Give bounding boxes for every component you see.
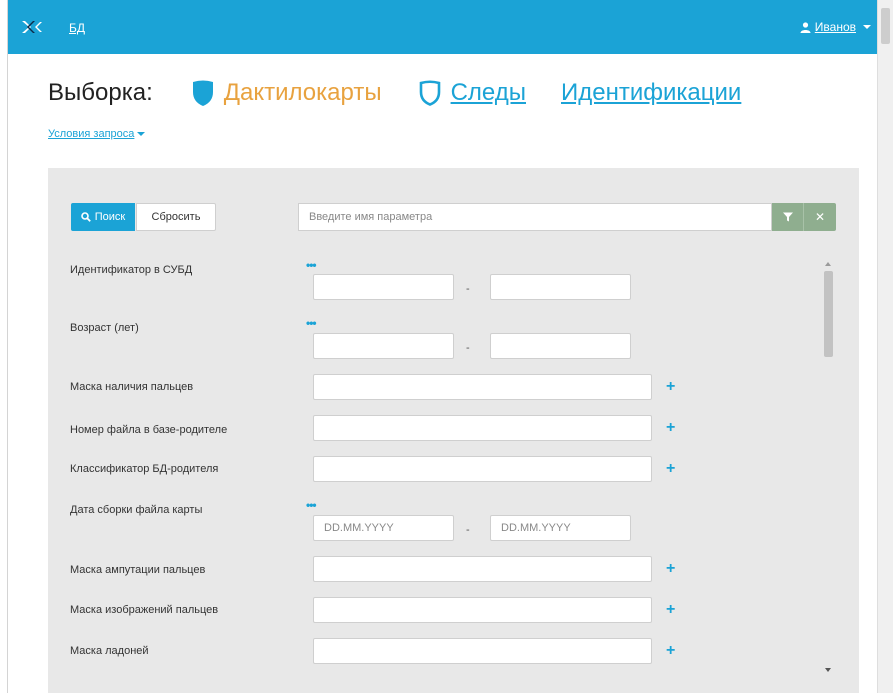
- shield-filled-icon: [192, 80, 213, 106]
- age-from-input[interactable]: [313, 333, 454, 359]
- id-to-input[interactable]: [490, 274, 631, 300]
- selection-label: Выборка:: [48, 79, 153, 106]
- add-icon[interactable]: +: [666, 601, 675, 619]
- add-icon[interactable]: +: [666, 642, 675, 660]
- query-conditions-label: Условия запроса: [48, 128, 135, 140]
- more-options-icon[interactable]: •••: [306, 317, 317, 329]
- field-label: Номер файла в базе-родителе: [70, 424, 228, 436]
- more-options-icon[interactable]: •••: [306, 259, 317, 271]
- tab-dactylocards[interactable]: Дактилокарты: [190, 79, 382, 107]
- age-to-input[interactable]: [490, 333, 631, 359]
- parent-db-classifier-input[interactable]: [313, 456, 652, 482]
- filter-icon: [782, 212, 793, 222]
- tab-label: Следы: [450, 79, 526, 106]
- search-button-label: Поиск: [94, 211, 126, 223]
- query-conditions-toggle[interactable]: Условия запроса: [48, 128, 146, 140]
- filter-button[interactable]: [772, 203, 804, 231]
- chevron-down-icon: [863, 25, 871, 29]
- field-label: Идентификатор в СУБД: [70, 264, 193, 276]
- finger-presence-mask-input[interactable]: [313, 374, 652, 400]
- tab-label: Дактилокарты: [223, 79, 382, 106]
- chevron-down-icon: [137, 132, 146, 136]
- field-label: Маска ампутации пальцев: [70, 564, 206, 576]
- scroll-thumb[interactable]: [881, 8, 890, 44]
- reset-button[interactable]: Сбросить: [136, 203, 216, 231]
- range-separator: -: [466, 342, 470, 354]
- app-page: БД Иванов Выборка: Дактилокарты Следы Ид…: [7, 0, 878, 693]
- user-menu[interactable]: Иванов: [800, 20, 871, 34]
- tab-identifications[interactable]: Идентификации: [561, 79, 741, 107]
- window-scrollbar[interactable]: [877, 0, 893, 693]
- form-scrollbar[interactable]: [821, 256, 835, 678]
- field-label: Маска ладоней: [70, 645, 149, 657]
- palms-mask-input[interactable]: [313, 638, 652, 664]
- add-icon[interactable]: +: [666, 460, 675, 478]
- nav-link-db[interactable]: БД: [69, 21, 85, 35]
- top-navbar: БД Иванов: [8, 0, 877, 54]
- search-icon: [80, 212, 91, 222]
- date-from-input[interactable]: DD.MM.YYYY: [313, 515, 454, 541]
- shield-outline-icon: [419, 80, 440, 106]
- finger-images-mask-input[interactable]: [313, 597, 652, 623]
- field-label: Маска наличия пальцев: [70, 381, 194, 393]
- user-icon: [800, 21, 811, 33]
- search-panel: Поиск Сбросить Введите имя параметра ✕ И…: [48, 168, 859, 693]
- selection-row: Выборка: Дактилокарты Следы Идентификаци…: [48, 73, 776, 113]
- tab-traces[interactable]: Следы: [417, 79, 526, 107]
- add-icon[interactable]: +: [666, 560, 675, 578]
- tab-label: Идентификации: [561, 79, 742, 106]
- scroll-down-icon[interactable]: [825, 668, 831, 672]
- more-options-icon[interactable]: •••: [306, 499, 317, 511]
- param-name-input[interactable]: Введите имя параметра: [298, 203, 772, 231]
- user-name: Иванов: [814, 20, 856, 34]
- close-icon: ✕: [814, 210, 826, 224]
- field-label: Возраст (лет): [70, 322, 139, 334]
- add-icon[interactable]: +: [666, 419, 675, 437]
- range-separator: -: [466, 524, 470, 536]
- range-separator: -: [466, 283, 470, 295]
- field-label: Классификатор БД-родителя: [70, 463, 219, 475]
- date-to-input[interactable]: DD.MM.YYYY: [490, 515, 631, 541]
- parent-file-number-input[interactable]: [313, 415, 652, 441]
- scroll-thumb[interactable]: [824, 271, 833, 357]
- id-from-input[interactable]: [313, 274, 454, 300]
- logo-icon[interactable]: [21, 19, 45, 35]
- field-label: Дата сборки файла карты: [70, 504, 203, 516]
- field-label: Маска изображений пальцев: [70, 604, 219, 616]
- amputation-mask-input[interactable]: [313, 556, 652, 582]
- add-icon[interactable]: +: [666, 378, 675, 396]
- search-button[interactable]: Поиск: [71, 203, 135, 231]
- clear-button[interactable]: ✕: [804, 203, 836, 231]
- scroll-up-icon[interactable]: [825, 262, 831, 266]
